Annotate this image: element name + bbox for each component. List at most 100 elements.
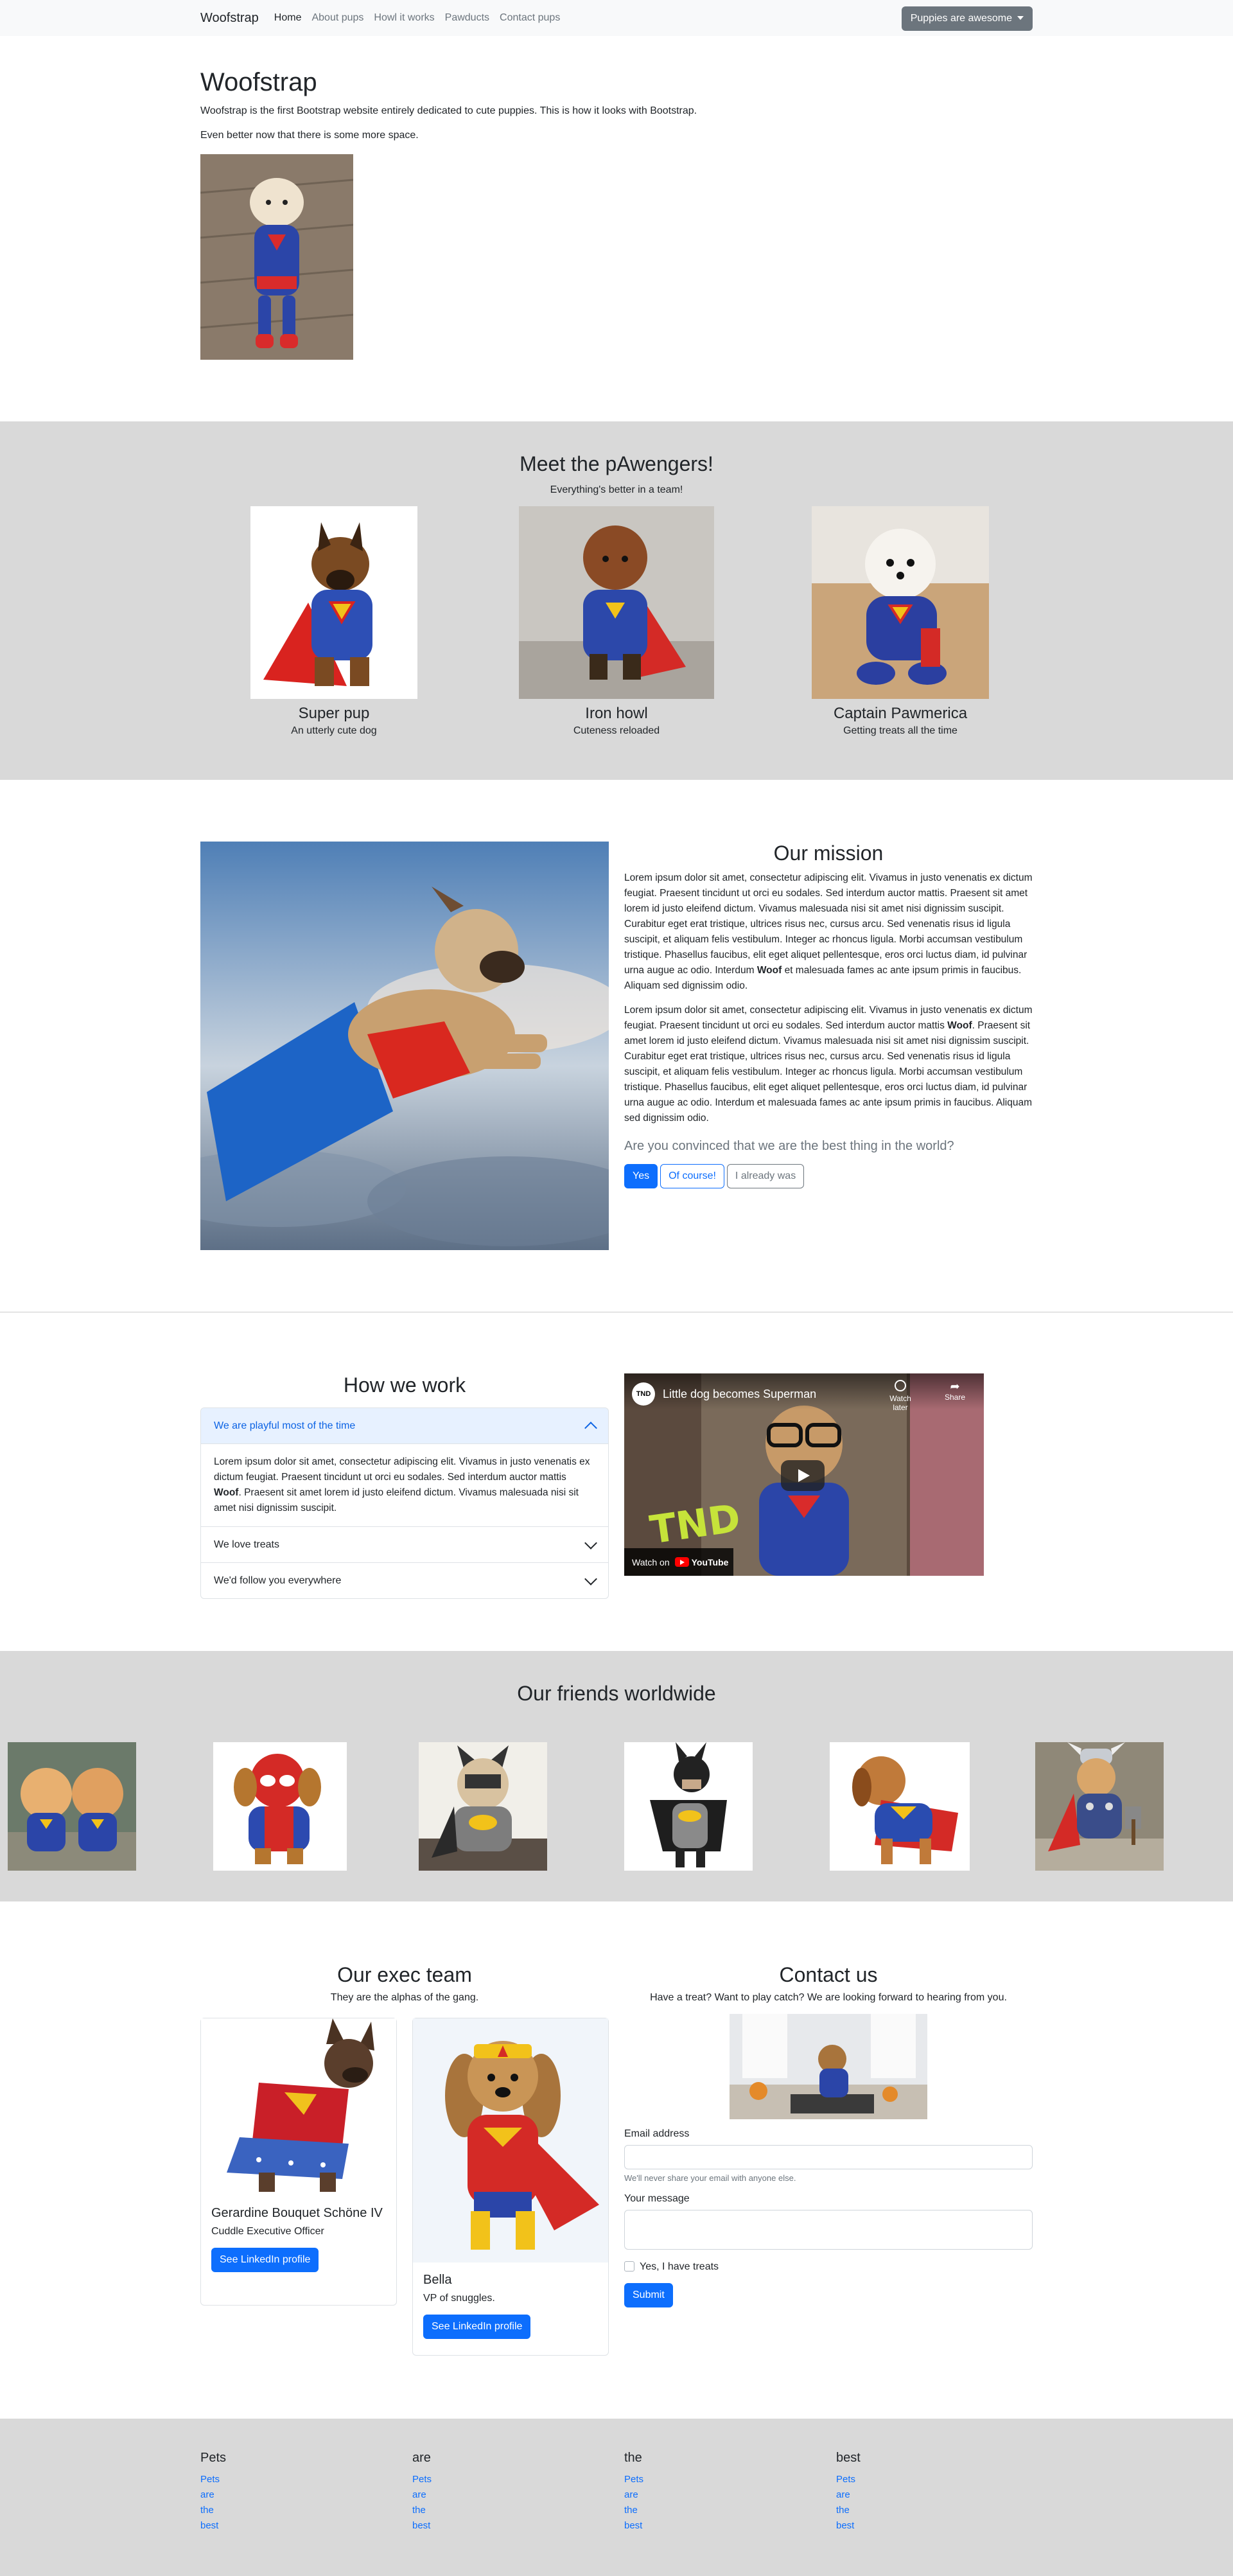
treats-checkbox-row: Yes, I have treats [624,2261,1033,2273]
accordion-label: We love treats [214,1539,279,1550]
contact-dog-image [730,2014,927,2119]
already-was-button[interactable]: I already was [726,1164,805,1189]
nav-link-products[interactable]: Pawducts [440,12,494,24]
hero-title: Woofstrap [200,68,317,96]
footer-column-title: the [624,2451,642,2465]
hero-intro: Woofstrap is the first Bootstrap website… [200,105,697,116]
accordion-label: We are playful most of the time [214,1420,356,1431]
mission-question: Are you convinced that we are the best t… [624,1139,954,1154]
accordion-item-treats[interactable]: We love treats [201,1526,608,1562]
share-button[interactable]: ➦ Share [939,1380,971,1402]
team-member-desc: Cuteness reloaded [573,725,660,736]
footer-link[interactable]: are [200,2487,393,2503]
team-member-name: Iron howl [585,705,648,722]
flying-bulldog-image [200,842,609,1250]
linkedin-button[interactable]: See LinkedIn profile [423,2315,531,2339]
answer-button-group: Yes Of course! I already was [624,1164,1033,1189]
footer: Pets Pets are the best are Pets are the … [0,2419,1233,2576]
email-field[interactable] [624,2145,1033,2169]
caret-down-icon [1017,16,1024,20]
treats-checkbox[interactable] [624,2261,634,2272]
hero-subline: Even better now that there is some more … [200,130,419,141]
treats-checkbox-label[interactable]: Yes, I have treats [640,2261,719,2272]
navbar: Woofstrap Home About pups Howl it works … [0,0,1233,36]
footer-link[interactable]: the [836,2503,1029,2518]
mission-section: Our mission Lorem ipsum dolor sit amet, … [0,780,1233,1312]
footer-column: are Pets are the best [412,2451,605,2534]
footer-link[interactable]: the [624,2503,817,2518]
friend-spiderpup-image [213,1742,347,1871]
watch-on-youtube-button[interactable]: Watch on YouTube [624,1548,733,1576]
navbar-brand[interactable]: Woofstrap [200,11,259,26]
message-label: Your message [624,2193,690,2204]
watch-on-label: Watch on [632,1557,670,1567]
accordion-text: . Praesent sit amet lorem id justo eleif… [214,1487,579,1514]
footer-link[interactable]: are [624,2487,817,2503]
footer-column-title: best [836,2451,861,2465]
nav-link-how[interactable]: Howl it works [369,12,439,24]
footer-link[interactable]: best [412,2518,605,2534]
accordion: We are playful most of the time Lorem ip… [200,1407,609,1600]
accordion-item-follow[interactable]: We'd follow you everywhere [201,1562,608,1598]
team-member-card: Super pup An utterly cute dog [250,506,417,737]
contact-title: Contact us [779,1963,878,1986]
how-title: How we work [343,1373,466,1397]
team-member-desc: Getting treats all the time [843,725,958,736]
play-button[interactable] [781,1460,825,1491]
dropdown-label: Puppies are awesome [910,13,1012,24]
bella-photo [413,2018,608,2263]
video-title[interactable]: Little dog becomes Superman [663,1388,816,1401]
submit-button[interactable]: Submit [624,2283,673,2307]
nav-link-contact[interactable]: Contact pups [494,12,565,24]
contact-block: Contact us Have a treat? Want to play ca… [624,1963,1033,2307]
footer-link[interactable]: Pets [200,2472,393,2487]
message-textarea[interactable] [624,2210,1033,2250]
bold-word: Woof [756,965,782,976]
of-course-button[interactable]: Of course! [660,1164,724,1189]
nav-link-home[interactable]: Home [269,12,307,24]
exec-card: Bella VP of snuggles. See LinkedIn profi… [412,2018,609,2356]
footer-column-title: Pets [200,2451,227,2465]
footer-link[interactable]: Pets [836,2472,1029,2487]
puppies-dropdown-button[interactable]: Puppies are awesome [901,6,1033,31]
nav-link-about[interactable]: About pups [306,12,369,24]
footer-link[interactable]: best [836,2518,1029,2534]
mission-text: Lorem ipsum dolor sit amet, consectetur … [624,872,1033,976]
email-help-text: We'll never share your email with anyone… [624,2173,796,2183]
footer-link[interactable]: the [200,2503,393,2518]
footer-link[interactable]: Pets [412,2472,605,2487]
accordion-item-playful[interactable]: We are playful most of the time [201,1408,608,1444]
how-section: How we work We are playful most of the t… [0,1312,1233,1651]
footer-link[interactable]: are [836,2487,1029,2503]
footer-link[interactable]: Pets [624,2472,817,2487]
friend-thor-dog-image [1035,1742,1164,1871]
captain-pawmerica-image [812,506,989,699]
gerardine-photo [201,2018,396,2196]
video-top-bar: TND Little dog becomes Superman Watch la… [624,1373,984,1412]
youtube-video-embed[interactable]: TND Little dog becomes Superman Watch la… [624,1373,984,1576]
footer-link[interactable]: best [624,2518,817,2534]
exec-team-block: Our exec team They are the alphas of the… [200,1963,609,2004]
accordion-text: Lorem ipsum dolor sit amet, consectetur … [214,1456,590,1483]
watch-later-button[interactable]: Watch later [881,1380,920,1412]
exec-subtitle: They are the alphas of the gang. [330,1992,479,2003]
youtube-label: YouTube [691,1557,729,1567]
friend-batpug-image [419,1742,547,1871]
exec-role: VP of snuggles. [423,2293,495,2304]
mission-text: Praesent sit amet lorem id justo eleifen… [624,1020,1032,1124]
team-member-name: Captain Pawmerica [833,705,968,722]
channel-avatar[interactable]: TND [632,1382,655,1406]
super-pup-image [250,506,417,699]
hero-superdog-image [200,154,353,360]
footer-link[interactable]: the [412,2503,605,2518]
linkedin-button[interactable]: See LinkedIn profile [211,2248,319,2272]
team-section: Meet the pAwengers! Everything's better … [0,421,1233,780]
footer-link[interactable]: best [200,2518,393,2534]
yes-button[interactable]: Yes [624,1164,658,1189]
contact-subtitle: Have a treat? Want to play catch? We are… [650,1992,1007,2003]
iron-howl-image [519,506,714,699]
play-icon [798,1469,810,1482]
footer-link[interactable]: are [412,2487,605,2503]
accordion-label: We'd follow you everywhere [214,1575,342,1586]
watch-later-label: Watch later [889,1394,911,1412]
